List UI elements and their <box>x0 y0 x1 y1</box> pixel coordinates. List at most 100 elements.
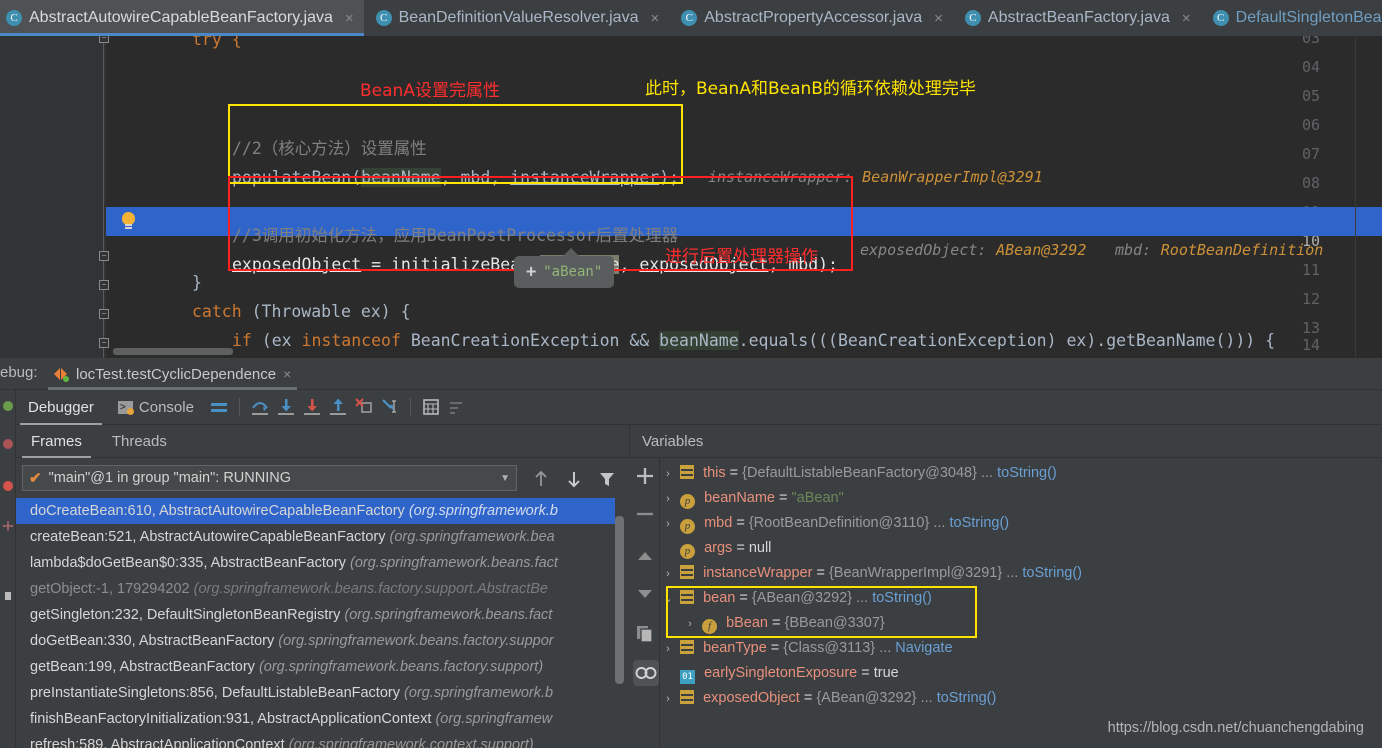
frame-row[interactable]: getObject:-1, 179294202 (org.springframe… <box>16 576 615 602</box>
editor-gutter[interactable] <box>0 36 106 358</box>
fold-marker[interactable]: − <box>99 280 109 290</box>
tostring-link[interactable]: toString() <box>950 515 1010 531</box>
tostring-link[interactable]: toString() <box>937 690 997 706</box>
variable-row-bean[interactable]: ⌄ bean = {ABean@3292} ... toString() <box>660 586 1382 611</box>
layout-settings-icon[interactable] <box>206 394 232 420</box>
frame-row[interactable]: lambda$doGetBean$0:335, AbstractBeanFact… <box>16 550 615 576</box>
tab-console[interactable]: > Console <box>106 390 206 425</box>
copy-icon[interactable] <box>633 622 657 646</box>
stop-icon[interactable] <box>2 480 14 492</box>
variable-row-instanceWrapper[interactable]: › instanceWrapper = {BeanWrapperImpl@329… <box>660 561 1382 586</box>
tab-debugger[interactable]: Debugger <box>16 390 106 425</box>
debug-left-strip[interactable] <box>0 390 16 748</box>
chevron-down-icon[interactable]: ▼ <box>500 473 510 484</box>
chevron-right-icon[interactable]: › <box>660 687 676 712</box>
inline-hint-exposedObject: exposedObject: ABean@3292 <box>860 240 1086 259</box>
code-line-07: populateBean(beanName, mbd, instanceWrap… <box>232 163 679 192</box>
code-token: instanceWrapper <box>510 168 660 187</box>
fold-marker[interactable]: − <box>99 251 109 261</box>
frames-vertical-scrollbar[interactable] <box>615 516 624 684</box>
variable-row-beanType[interactable]: › beanType = {Class@3113} ... Navigate <box>660 636 1382 661</box>
run-configuration-tab[interactable]: locTest.testCyclicDependence × <box>48 358 298 390</box>
frame-row[interactable]: doCreateBean:610, AbstractAutowireCapabl… <box>16 498 615 524</box>
plus-icon: + <box>526 262 537 282</box>
chevron-right-icon[interactable]: › <box>660 637 676 662</box>
tostring-link[interactable]: toString() <box>1022 565 1082 581</box>
arrow-up-icon[interactable] <box>530 468 552 490</box>
evaluate-expression-icon[interactable] <box>418 394 444 420</box>
chevron-right-icon[interactable]: › <box>682 612 698 637</box>
fold-marker[interactable]: − <box>99 338 109 348</box>
fold-marker[interactable]: − <box>99 309 109 319</box>
step-out-icon[interactable] <box>325 394 351 420</box>
intention-bulb-icon[interactable] <box>120 212 138 230</box>
sort-icon[interactable] <box>444 394 470 420</box>
remove-watch-icon[interactable] <box>633 502 657 526</box>
chevron-right-icon[interactable]: › <box>660 512 676 537</box>
close-icon[interactable]: × <box>283 366 291 382</box>
pin-icon[interactable] <box>2 590 14 602</box>
editor-tab-4[interactable]: C DefaultSingletonBean <box>1201 0 1382 36</box>
code-editor[interactable]: 03 04 05 06 07 08 09 10 11 12 13 14 − − … <box>0 36 1382 358</box>
editor-tab-3[interactable]: C AbstractBeanFactory.java × <box>953 0 1201 36</box>
code-folding-column[interactable]: − − − − − <box>99 36 113 358</box>
variable-row-args[interactable]: p args = null <box>660 536 1382 561</box>
frame-row[interactable]: createBean:521, AbstractAutowireCapableB… <box>16 524 615 550</box>
editor-tab-label: AbstractPropertyAccessor.java <box>704 9 923 26</box>
frames-list[interactable]: doCreateBean:610, AbstractAutowireCapabl… <box>16 498 615 748</box>
close-icon[interactable]: × <box>1182 11 1191 26</box>
check-icon: ✔ <box>29 470 42 487</box>
boolean-badge-icon: 01 <box>680 670 696 684</box>
tab-frames[interactable]: Frames <box>16 425 97 458</box>
editor-tab-2[interactable]: C AbstractPropertyAccessor.java × <box>669 0 953 36</box>
step-over-icon[interactable] <box>247 394 273 420</box>
tostring-link[interactable]: toString() <box>997 465 1057 481</box>
close-icon[interactable]: × <box>934 11 943 26</box>
close-icon[interactable]: × <box>345 11 354 26</box>
editor-horizontal-scrollbar[interactable] <box>113 348 233 355</box>
variable-row-earlySingletonExposure[interactable]: 01 earlySingletonExposure = true <box>660 661 1382 686</box>
step-into-icon[interactable] <box>273 394 299 420</box>
frame-row[interactable]: getBean:199, AbstractBeanFactory (org.sp… <box>16 654 615 680</box>
mute-breakpoints-icon[interactable] <box>2 400 14 412</box>
frame-row[interactable]: getSingleton:232, DefaultSingletonBeanRe… <box>16 602 615 628</box>
move-up-icon[interactable] <box>633 544 657 568</box>
inspect-icon[interactable] <box>633 660 659 686</box>
variable-row-mbd[interactable]: › p mbd = {RootBeanDefinition@3110} ... … <box>660 511 1382 536</box>
thread-selector[interactable]: ✔ "main"@1 in group "main": RUNNING ▼ <box>22 465 517 491</box>
tab-threads[interactable]: Threads <box>97 425 182 458</box>
variable-row-bBean[interactable]: › f bBean = {BBean@3307} <box>660 611 1382 636</box>
filter-icon[interactable] <box>596 468 618 490</box>
object-badge-icon <box>680 690 695 704</box>
chevron-right-icon[interactable]: › <box>660 462 676 487</box>
view-breakpoints-icon[interactable] <box>2 438 14 450</box>
variables-tree[interactable]: › this = {DefaultListableBeanFactory@304… <box>660 461 1382 748</box>
variable-row-beanName[interactable]: › p beanName = "aBean" <box>660 486 1382 511</box>
arrow-down-icon[interactable] <box>563 468 585 490</box>
variable-row-this[interactable]: › this = {DefaultListableBeanFactory@304… <box>660 461 1382 486</box>
chevron-down-icon[interactable]: ⌄ <box>660 587 676 612</box>
editor-tab-1[interactable]: C BeanDefinitionValueResolver.java × <box>364 0 670 36</box>
frame-row[interactable]: preInstantiateSingletons:856, DefaultLis… <box>16 680 615 706</box>
add-watch-tooltip[interactable]: + "aBean" <box>514 256 615 288</box>
add-watch-icon[interactable] <box>633 464 657 488</box>
fold-marker[interactable]: − <box>99 36 109 43</box>
settings-icon[interactable] <box>2 520 14 532</box>
move-down-icon[interactable] <box>633 582 657 606</box>
variable-value: true <box>873 665 899 681</box>
frame-row[interactable]: finishBeanFactoryInitialization:931, Abs… <box>16 706 615 732</box>
force-step-into-icon[interactable] <box>299 394 325 420</box>
java-class-icon: C <box>681 10 698 26</box>
variable-equals: = <box>779 490 792 506</box>
editor-tab-0[interactable]: C AbstractAutowireCapableBeanFactory.jav… <box>0 0 364 36</box>
chevron-right-icon[interactable]: › <box>660 487 676 512</box>
variable-row-exposedObject[interactable]: › exposedObject = {ABean@3292} ... toStr… <box>660 686 1382 711</box>
run-to-cursor-icon[interactable] <box>377 394 403 420</box>
tostring-link[interactable]: toString() <box>872 590 932 606</box>
chevron-right-icon[interactable]: › <box>660 562 676 587</box>
close-icon[interactable]: × <box>650 11 659 26</box>
drop-frame-icon[interactable] <box>351 394 377 420</box>
frame-row[interactable]: doGetBean:330, AbstractBeanFactory (org.… <box>16 628 615 654</box>
navigate-link[interactable]: Navigate <box>895 640 952 656</box>
frame-row[interactable]: refresh:589, AbstractApplicationContext … <box>16 732 615 748</box>
